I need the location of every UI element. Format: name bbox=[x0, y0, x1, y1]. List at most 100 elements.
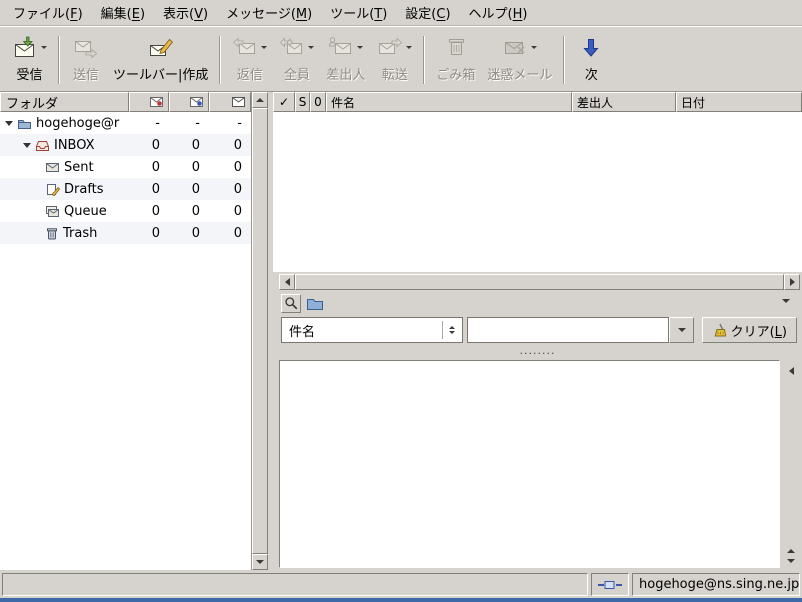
search-button[interactable] bbox=[281, 294, 301, 313]
scroll-down-button[interactable] bbox=[252, 554, 268, 570]
current-account-label[interactable]: hogehoge@ns.sing.ne.jp bbox=[632, 573, 800, 596]
search-query-input[interactable] bbox=[467, 317, 669, 343]
send-label: 送信 bbox=[73, 64, 99, 83]
scroll-up-button[interactable] bbox=[252, 92, 268, 108]
menu-configuration[interactable]: 設定(C) bbox=[396, 0, 459, 25]
expander-icon[interactable] bbox=[23, 143, 31, 148]
scroll-up-arrow[interactable] bbox=[787, 549, 795, 553]
reply-icon bbox=[232, 35, 258, 59]
folder-tree: hogehoge@r - - - INBOX 0 bbox=[0, 112, 251, 244]
menu-message[interactable]: メッセージ(M) bbox=[217, 0, 321, 25]
view-splitter-handle[interactable] bbox=[273, 352, 802, 360]
message-pane: ✓ S 0 件名 差出人 日付 bbox=[273, 92, 802, 570]
forward-button[interactable]: 転送 bbox=[371, 28, 418, 91]
compose-button[interactable]: ツールバー|作成 bbox=[107, 28, 214, 91]
menu-tools[interactable]: ツール(T) bbox=[321, 0, 396, 25]
unread-count: 0 bbox=[169, 226, 209, 241]
toolbar-separator bbox=[423, 36, 425, 84]
total-count: 0 bbox=[209, 226, 251, 241]
menu-edit[interactable]: 編集(E) bbox=[92, 0, 154, 25]
toolbar-separator bbox=[563, 36, 565, 84]
reply-label: 返信 bbox=[237, 64, 263, 83]
receive-icon bbox=[12, 35, 38, 59]
reply-all-dropdown-arrow[interactable] bbox=[308, 46, 314, 49]
scroll-down-arrow[interactable] bbox=[787, 559, 795, 563]
folder-row-queue[interactable]: Queue 0 0 0 bbox=[0, 200, 251, 222]
folder-column-header[interactable]: フォルダ bbox=[0, 92, 129, 112]
folder-row-account[interactable]: hogehoge@r - - - bbox=[0, 112, 251, 134]
message-view[interactable] bbox=[279, 360, 780, 568]
reply-sender-dropdown-arrow[interactable] bbox=[357, 46, 363, 49]
drafts-folder-icon bbox=[45, 183, 60, 196]
message-list-header: ✓ S 0 件名 差出人 日付 bbox=[273, 92, 802, 112]
left-arrow-icon bbox=[285, 278, 290, 286]
menu-file[interactable]: ファイル(F) bbox=[4, 0, 92, 25]
folder-row-drafts[interactable]: Drafts 0 0 0 bbox=[0, 178, 251, 200]
search-history-dropdown-button[interactable] bbox=[669, 317, 694, 343]
new-mail-icon bbox=[150, 97, 163, 107]
expander-icon[interactable] bbox=[5, 121, 13, 126]
connection-status[interactable] bbox=[591, 573, 629, 596]
total-count-column-header[interactable] bbox=[209, 92, 251, 112]
chevron-down-icon bbox=[678, 328, 686, 332]
message-list[interactable] bbox=[273, 112, 802, 272]
junk-dropdown-arrow[interactable] bbox=[531, 46, 537, 49]
message-list-scrollbar[interactable] bbox=[279, 274, 800, 290]
search-icon bbox=[284, 296, 298, 310]
right-arrow-icon bbox=[790, 278, 795, 286]
collapse-search-arrow[interactable] bbox=[782, 299, 790, 303]
folder-row-inbox[interactable]: INBOX 0 0 0 bbox=[0, 134, 251, 156]
reply-button[interactable]: 返信 bbox=[226, 28, 273, 91]
unread-count: 0 bbox=[169, 138, 209, 153]
mark-column-header[interactable]: ✓ bbox=[273, 92, 295, 112]
main-area: フォルダ bbox=[0, 92, 802, 570]
reply-all-button[interactable]: 全員 bbox=[273, 28, 320, 91]
status-column-header[interactable]: S bbox=[295, 92, 310, 112]
receive-dropdown-arrow[interactable] bbox=[41, 46, 47, 49]
new-count: - bbox=[129, 116, 169, 131]
new-count: 0 bbox=[129, 226, 169, 241]
clear-button[interactable]: クリア(L) bbox=[702, 317, 797, 343]
folder-row-sent[interactable]: Sent 0 0 0 bbox=[0, 156, 251, 178]
scroll-left-button[interactable] bbox=[279, 274, 295, 290]
subject-column-header[interactable]: 件名 bbox=[326, 92, 572, 112]
search-field-selector[interactable]: 件名 bbox=[281, 317, 463, 343]
folder-pane-header: フォルダ bbox=[0, 92, 251, 112]
collapse-view-arrow[interactable] bbox=[789, 367, 794, 375]
folder-scope-icon[interactable] bbox=[306, 297, 324, 310]
toolbar: 受信 送信 ツールバー|作成 bbox=[0, 26, 802, 92]
unread-count-column-header[interactable] bbox=[169, 92, 209, 112]
unread-count: 0 bbox=[169, 160, 209, 175]
scroll-right-button[interactable] bbox=[784, 274, 800, 290]
trash-button[interactable]: ごみ箱 bbox=[430, 28, 481, 91]
folder-pane-scrollbar[interactable] bbox=[252, 92, 268, 570]
total-count: 0 bbox=[209, 182, 251, 197]
total-count: 0 bbox=[209, 160, 251, 175]
forward-dropdown-arrow[interactable] bbox=[406, 46, 412, 49]
folder-row-trash[interactable]: Trash 0 0 0 bbox=[0, 222, 251, 244]
next-icon bbox=[581, 35, 601, 59]
receive-button[interactable]: 受信 bbox=[6, 28, 53, 91]
reply-all-label: 全員 bbox=[284, 64, 310, 83]
menu-help[interactable]: ヘルプ(H) bbox=[460, 0, 537, 25]
from-column-header[interactable]: 差出人 bbox=[572, 92, 676, 112]
date-column-header[interactable]: 日付 bbox=[676, 92, 802, 112]
unread-count: - bbox=[169, 116, 209, 131]
menubar: ファイル(F) 編集(E) 表示(V) メッセージ(M) ツール(T) 設定(C… bbox=[0, 0, 802, 26]
next-button[interactable]: 次 bbox=[570, 28, 612, 91]
reply-dropdown-arrow[interactable] bbox=[261, 46, 267, 49]
junk-button[interactable]: 迷惑メール bbox=[481, 28, 558, 91]
message-view-area bbox=[273, 360, 802, 570]
menu-view[interactable]: 表示(V) bbox=[154, 0, 217, 25]
compose-icon bbox=[148, 35, 174, 59]
combo-spinner-icon bbox=[442, 321, 461, 339]
attachment-column-header[interactable]: 0 bbox=[310, 92, 326, 112]
new-count-column-header[interactable] bbox=[129, 92, 169, 112]
send-button[interactable]: 送信 bbox=[65, 28, 107, 91]
new-count: 0 bbox=[129, 182, 169, 197]
scrollbar-thumb[interactable] bbox=[252, 108, 268, 554]
scrollbar-thumb[interactable] bbox=[295, 274, 784, 290]
unread-mail-icon bbox=[190, 97, 203, 107]
reply-sender-button[interactable]: 差出人 bbox=[320, 28, 371, 91]
forward-label: 転送 bbox=[382, 64, 408, 83]
